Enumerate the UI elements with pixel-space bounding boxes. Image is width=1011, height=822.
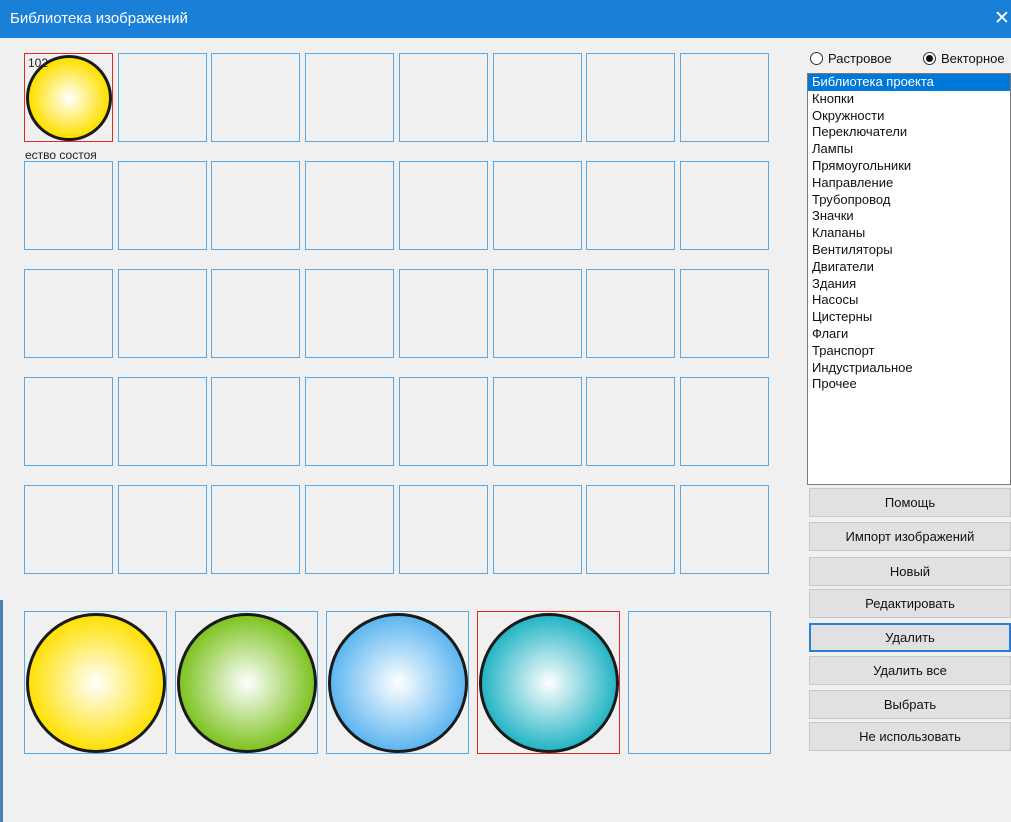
category-item[interactable]: Переключатели — [808, 124, 1010, 141]
category-item[interactable]: Вентиляторы — [808, 242, 1010, 259]
raster-radio-label: Растровое — [828, 51, 892, 66]
vector-radio-icon[interactable] — [923, 52, 936, 65]
circle-image-blue — [328, 613, 468, 753]
delete-button[interactable]: Удалить — [809, 623, 1011, 652]
image-cell[interactable] — [586, 269, 675, 358]
state-image-cell[interactable] — [326, 611, 469, 754]
title-bar: Библиотека изображений ✕ — [0, 0, 1011, 38]
help-button[interactable]: Помощь — [809, 488, 1011, 517]
category-item[interactable]: Транспорт — [808, 343, 1010, 360]
category-item[interactable]: Флаги — [808, 326, 1010, 343]
category-item[interactable]: Направление — [808, 175, 1010, 192]
category-item[interactable]: Прочее — [808, 376, 1010, 393]
image-cell[interactable] — [493, 485, 582, 574]
category-item[interactable]: Цистерны — [808, 309, 1010, 326]
image-cell[interactable] — [586, 377, 675, 466]
category-item[interactable]: Клапаны — [808, 225, 1010, 242]
category-item[interactable]: Насосы — [808, 292, 1010, 309]
image-cell[interactable] — [680, 53, 769, 142]
image-cell[interactable] — [118, 53, 207, 142]
image-cell[interactable] — [493, 269, 582, 358]
window-title: Библиотека изображений — [10, 10, 188, 27]
import-images-button[interactable]: Импорт изображений — [809, 522, 1011, 551]
image-cell[interactable] — [586, 53, 675, 142]
image-cell[interactable] — [399, 269, 488, 358]
circle-image-teal — [479, 613, 619, 753]
image-cell[interactable] — [118, 485, 207, 574]
state-image-cell[interactable] — [175, 611, 318, 754]
vector-radio-label: Векторное — [941, 51, 1005, 66]
category-item[interactable]: Двигатели — [808, 259, 1010, 276]
image-cell[interactable] — [211, 377, 300, 466]
cell-caption: ество состоя — [25, 148, 97, 162]
delete-all-button[interactable]: Удалить все — [809, 656, 1011, 685]
close-icon[interactable]: ✕ — [994, 7, 1010, 30]
cell-number: 102 — [28, 56, 49, 70]
image-cell[interactable] — [24, 485, 113, 574]
image-cell[interactable] — [680, 485, 769, 574]
circle-image-green — [177, 613, 317, 753]
image-cell[interactable] — [399, 485, 488, 574]
edit-button[interactable]: Редактировать — [809, 589, 1011, 618]
category-list[interactable]: Библиотека проекта Кнопки Окружности Перекл… — [807, 73, 1011, 485]
image-cell[interactable] — [305, 269, 394, 358]
state-image-cell[interactable] — [24, 611, 167, 754]
image-cell[interactable] — [118, 269, 207, 358]
image-cell[interactable] — [24, 161, 113, 250]
image-cell[interactable] — [586, 485, 675, 574]
image-cell[interactable] — [680, 377, 769, 466]
image-cell[interactable] — [586, 161, 675, 250]
image-cell[interactable] — [211, 161, 300, 250]
image-cell[interactable] — [399, 53, 488, 142]
image-cell[interactable] — [399, 377, 488, 466]
image-cell[interactable] — [305, 485, 394, 574]
image-cell[interactable] — [399, 161, 488, 250]
image-cell[interactable] — [305, 53, 394, 142]
dont-use-button[interactable]: Не использовать — [809, 722, 1011, 751]
image-cell[interactable] — [211, 485, 300, 574]
state-image-cell[interactable] — [628, 611, 771, 754]
circle-image-yellow — [26, 613, 166, 753]
image-cell[interactable] — [493, 161, 582, 250]
image-cell[interactable] — [211, 269, 300, 358]
window-border — [0, 600, 3, 822]
state-image-cell[interactable] — [477, 611, 620, 754]
select-button[interactable]: Выбрать — [809, 690, 1011, 719]
category-item[interactable]: Здания — [808, 276, 1010, 293]
category-item[interactable]: Библиотека проекта — [808, 74, 1010, 91]
category-item[interactable]: Окружности — [808, 108, 1010, 125]
category-item[interactable]: Прямоугольники — [808, 158, 1010, 175]
image-cell[interactable] — [24, 269, 113, 358]
image-cell[interactable] — [118, 377, 207, 466]
image-cell[interactable] — [680, 269, 769, 358]
raster-radio-icon[interactable] — [810, 52, 823, 65]
vector-radio[interactable]: Векторное — [923, 51, 1005, 66]
image-cell[interactable] — [493, 377, 582, 466]
image-cell[interactable] — [680, 161, 769, 250]
raster-radio[interactable]: Растровое — [810, 51, 892, 66]
category-item[interactable]: Трубопровод — [808, 192, 1010, 209]
image-cell[interactable] — [493, 53, 582, 142]
new-button[interactable]: Новый — [809, 557, 1011, 586]
image-cell[interactable]: 102 — [24, 53, 113, 142]
image-cell[interactable] — [305, 377, 394, 466]
category-item[interactable]: Индустриальное — [808, 360, 1010, 377]
category-item[interactable]: Кнопки — [808, 91, 1010, 108]
category-item[interactable]: Значки — [808, 208, 1010, 225]
image-cell[interactable] — [305, 161, 394, 250]
image-cell[interactable] — [118, 161, 207, 250]
image-cell[interactable] — [24, 377, 113, 466]
image-cell[interactable] — [211, 53, 300, 142]
category-item[interactable]: Лампы — [808, 141, 1010, 158]
